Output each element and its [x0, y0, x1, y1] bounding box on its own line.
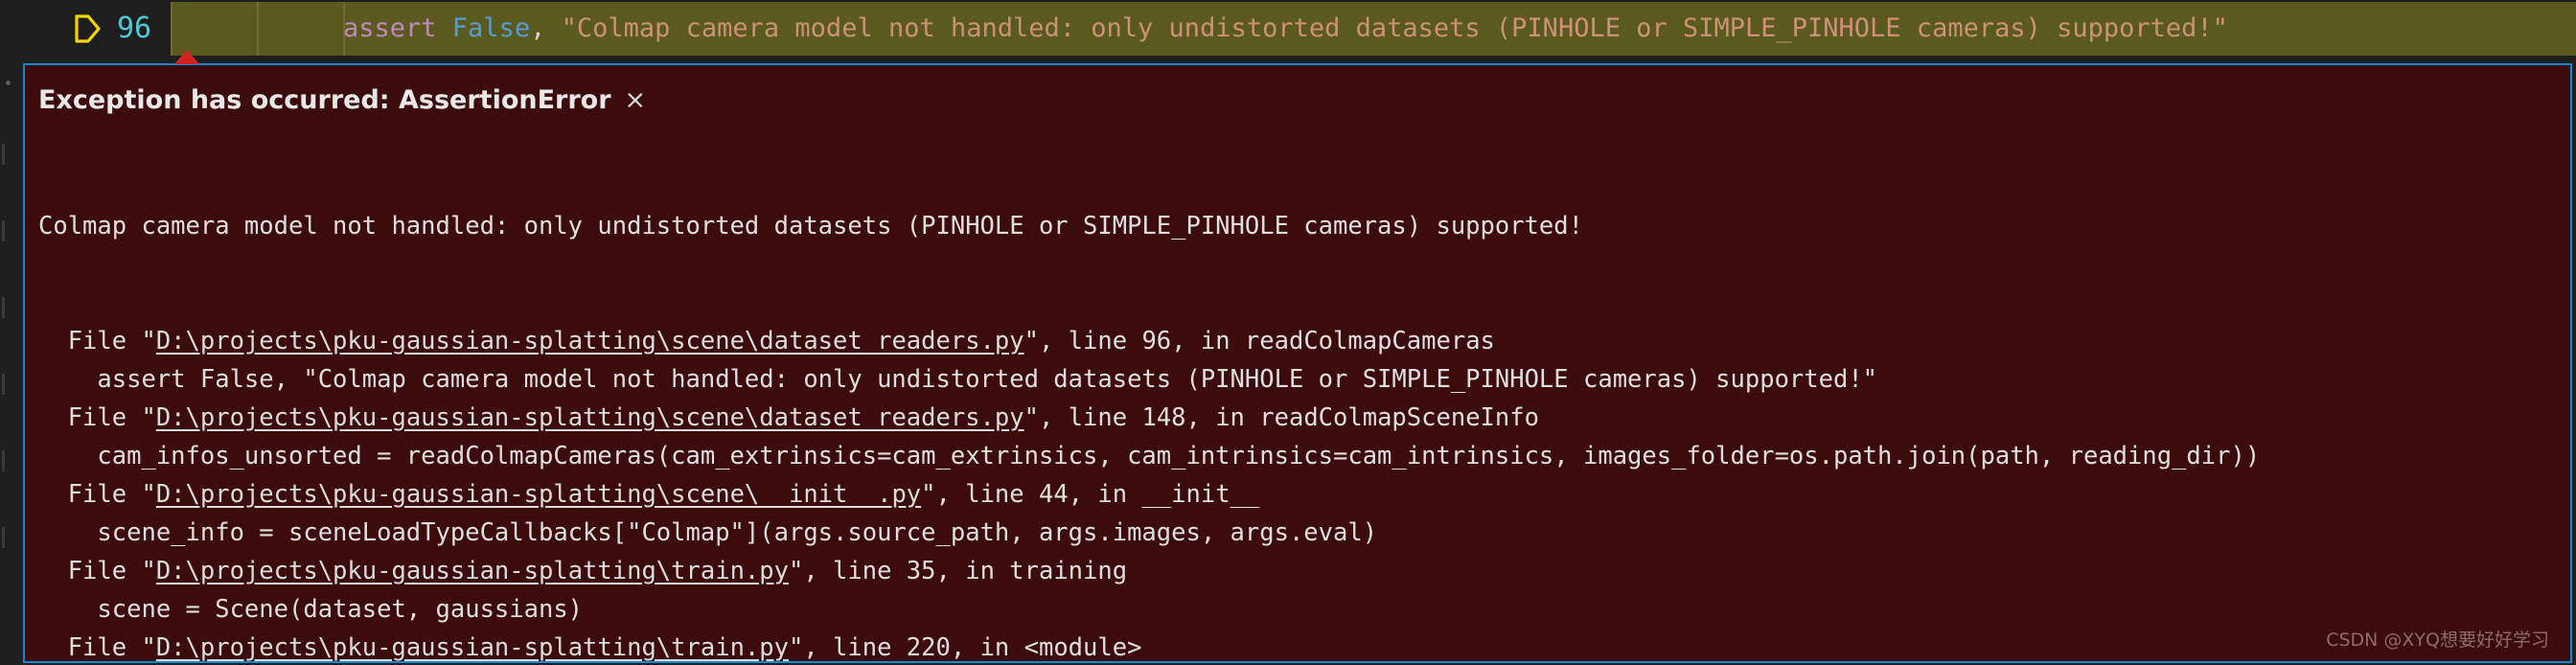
traceback-frame-suffix: ", line 148, in readColmapSceneInfo: [1024, 403, 1539, 432]
code-literal-false: False: [451, 13, 531, 43]
traceback-frame-line: File "D:\projects\pku-gaussian-splatting…: [38, 322, 2570, 360]
code-keyword-assert: assert: [343, 13, 452, 43]
traceback-file-link[interactable]: D:\projects\pku-gaussian-splatting\scene…: [156, 403, 1024, 432]
traceback-source-line: cam_infos_unsorted = readColmapCameras(c…: [38, 442, 2261, 470]
editor-left-rail: [0, 57, 21, 665]
close-icon[interactable]: ×: [625, 87, 647, 113]
traceback-frame-prefix: File ": [38, 403, 156, 432]
rail-tick: [2, 527, 5, 548]
traceback-frame-suffix: ", line 220, in <module>: [788, 633, 1142, 662]
traceback-frame-suffix: ", line 35, in training: [788, 557, 1128, 585]
exception-header: Exception has occurred: AssertionError ×: [25, 65, 2570, 121]
traceback-frame-line: File "D:\projects\pku-gaussian-splatting…: [38, 629, 2570, 662]
traceback-frame-prefix: File ": [38, 633, 156, 662]
traceback-frame-prefix: File ": [38, 480, 156, 509]
code-string-literal: "Colmap camera model not handled: only u…: [561, 13, 2228, 43]
exception-title: Exception has occurred: AssertionError: [38, 84, 611, 115]
rail-tick: [2, 144, 5, 165]
editor-gutter: 96: [0, 0, 171, 57]
code-editor-strip: 96 assert False, "Colmap camera model no…: [0, 0, 2576, 57]
traceback-file-link[interactable]: D:\projects\pku-gaussian-splatting\scene…: [156, 480, 921, 509]
line-number: 96: [117, 11, 152, 45]
traceback-frame-line: File "D:\projects\pku-gaussian-splatting…: [38, 475, 2570, 514]
code-line-content[interactable]: assert False, "Colmap camera model not h…: [343, 0, 2228, 57]
exception-body: Colmap camera model not handled: only un…: [25, 121, 2570, 662]
traceback-frame-prefix: File ": [38, 327, 156, 355]
traceback-frame-line: File "D:\projects\pku-gaussian-splatting…: [38, 552, 2570, 590]
traceback-frame-suffix: ", line 96, in readColmapCameras: [1024, 327, 1495, 355]
traceback-frame-suffix: ", line 44, in __init__: [921, 480, 1260, 509]
rail-tick: [2, 374, 5, 395]
traceback-source-line: scene_info = sceneLoadTypeCallbacks["Col…: [38, 518, 1378, 547]
traceback-frame-prefix: File ": [38, 557, 156, 585]
traceback-source-line: scene = Scene(dataset, gaussians): [38, 595, 584, 624]
exception-message: Colmap camera model not handled: only un…: [38, 212, 1583, 241]
rail-tick: [2, 220, 5, 241]
traceback-file-link[interactable]: D:\projects\pku-gaussian-splatting\train…: [156, 557, 789, 585]
traceback-frame-line: File "D:\projects\pku-gaussian-splatting…: [38, 399, 2570, 437]
exception-pointer-triangle: [174, 50, 199, 64]
indent-guide: [171, 2, 172, 56]
code-punctuation: ,: [530, 13, 562, 43]
exception-popup-panel: Exception has occurred: AssertionError ×…: [23, 63, 2572, 663]
watermark: CSDN @XYQ想要好好学习: [2326, 630, 2549, 651]
rail-tick: [2, 450, 5, 471]
traceback-list: File "D:\projects\pku-gaussian-splatting…: [38, 322, 2570, 662]
rail-tick: [2, 297, 5, 318]
traceback-file-link[interactable]: D:\projects\pku-gaussian-splatting\train…: [156, 633, 789, 661]
rail-marker-dot: [6, 80, 11, 85]
breakpoint-arrow-icon[interactable]: [73, 13, 102, 44]
traceback-source-line: assert False, "Colmap camera model not h…: [38, 365, 1878, 394]
traceback-file-link[interactable]: D:\projects\pku-gaussian-splatting\scene…: [156, 327, 1024, 355]
indent-guide: [257, 2, 259, 56]
